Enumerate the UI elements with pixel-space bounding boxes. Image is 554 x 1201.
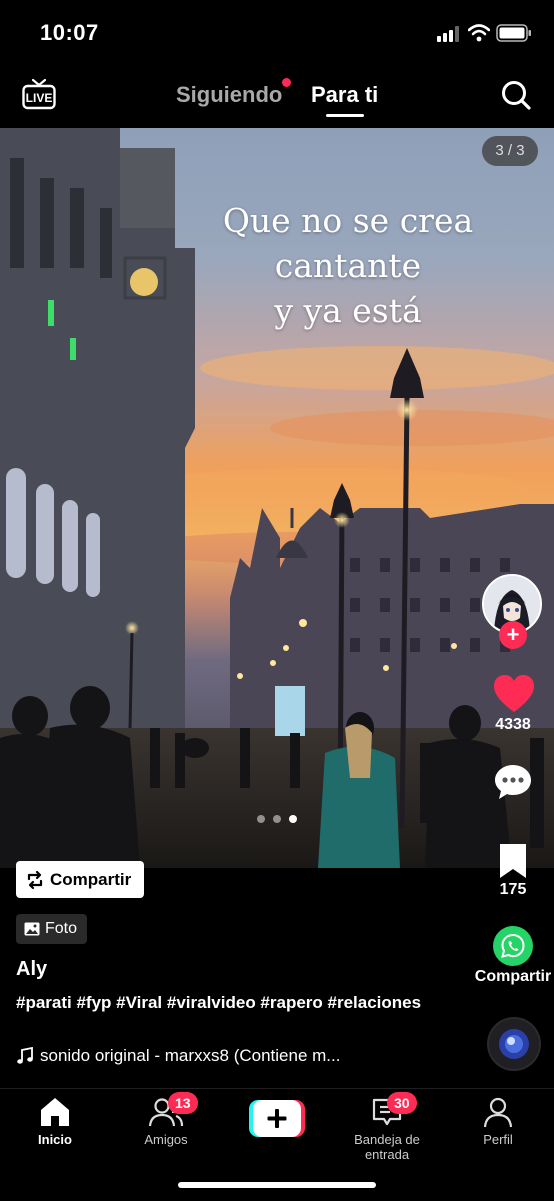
- bookmark-icon[interactable]: [497, 842, 529, 880]
- photo-badge-label: Foto: [45, 920, 78, 937]
- status-time: 10:07: [40, 20, 99, 45]
- following-notification-dot: [282, 78, 291, 87]
- photo-counter: 3 / 3: [482, 136, 538, 166]
- share-label[interactable]: Compartir: [462, 968, 554, 986]
- cellular-signal-icon: [437, 26, 459, 42]
- photo-overlay-text: Que no se crea cantante y ya está: [222, 201, 474, 330]
- sound-row[interactable]: sonido original - marxxs8 (Contiene m...: [16, 1046, 416, 1066]
- carousel-dot[interactable]: [257, 815, 265, 823]
- author-name[interactable]: Aly: [16, 958, 47, 981]
- bookmark-count: 175: [499, 881, 527, 898]
- battery-icon: [496, 24, 531, 42]
- inbox-badge: 30: [387, 1092, 417, 1114]
- sound-name: sonido original - marxxs8 (Contiene m...: [40, 1046, 341, 1065]
- repost-icon: [27, 870, 43, 889]
- search-icon[interactable]: [500, 79, 532, 111]
- heart-icon[interactable]: [493, 674, 535, 714]
- nav-friends-label: Amigos: [144, 1132, 188, 1147]
- photo-badge: Foto: [16, 914, 87, 944]
- create-button[interactable]: [249, 1100, 305, 1137]
- photo-icon: [24, 922, 40, 936]
- home-indicator: [178, 1182, 376, 1188]
- repost-label: Compartir: [50, 869, 132, 889]
- repost-button[interactable]: Compartir: [16, 861, 144, 898]
- nav-inbox-label: Bandeja de entrada: [354, 1132, 420, 1162]
- nav-friends[interactable]: Amigos: [111, 1096, 221, 1147]
- post-caption[interactable]: #parati #fyp #Viral #viralvideo #rapero …: [16, 991, 436, 1015]
- home-icon: [41, 1098, 69, 1126]
- music-disc[interactable]: [487, 1017, 541, 1071]
- live-text: LIVE: [26, 91, 53, 105]
- profile-icon: [483, 1097, 513, 1128]
- tab-following[interactable]: Siguiendo: [176, 82, 282, 108]
- nav-profile[interactable]: Perfil: [443, 1096, 553, 1147]
- comment-icon[interactable]: [493, 762, 533, 802]
- nav-profile-label: Perfil: [483, 1132, 513, 1147]
- tab-for-you[interactable]: Para ti: [311, 82, 378, 108]
- whatsapp-icon[interactable]: [493, 926, 533, 966]
- like-count: 4338: [495, 716, 531, 733]
- nav-home[interactable]: Inicio: [0, 1096, 110, 1147]
- nav-home-label: Inicio: [38, 1132, 72, 1147]
- wifi-icon: [468, 24, 490, 42]
- active-tab-indicator: [326, 114, 364, 117]
- friends-badge: 13: [168, 1092, 198, 1114]
- carousel-dot[interactable]: [273, 815, 281, 823]
- whatsapp-glyph: [501, 933, 525, 958]
- music-note-icon: [17, 1047, 33, 1064]
- live-icon[interactable]: LIVE: [22, 78, 56, 110]
- music-disc-art: [489, 1019, 539, 1069]
- carousel-dot-active[interactable]: [289, 815, 297, 823]
- follow-button[interactable]: +: [499, 621, 527, 649]
